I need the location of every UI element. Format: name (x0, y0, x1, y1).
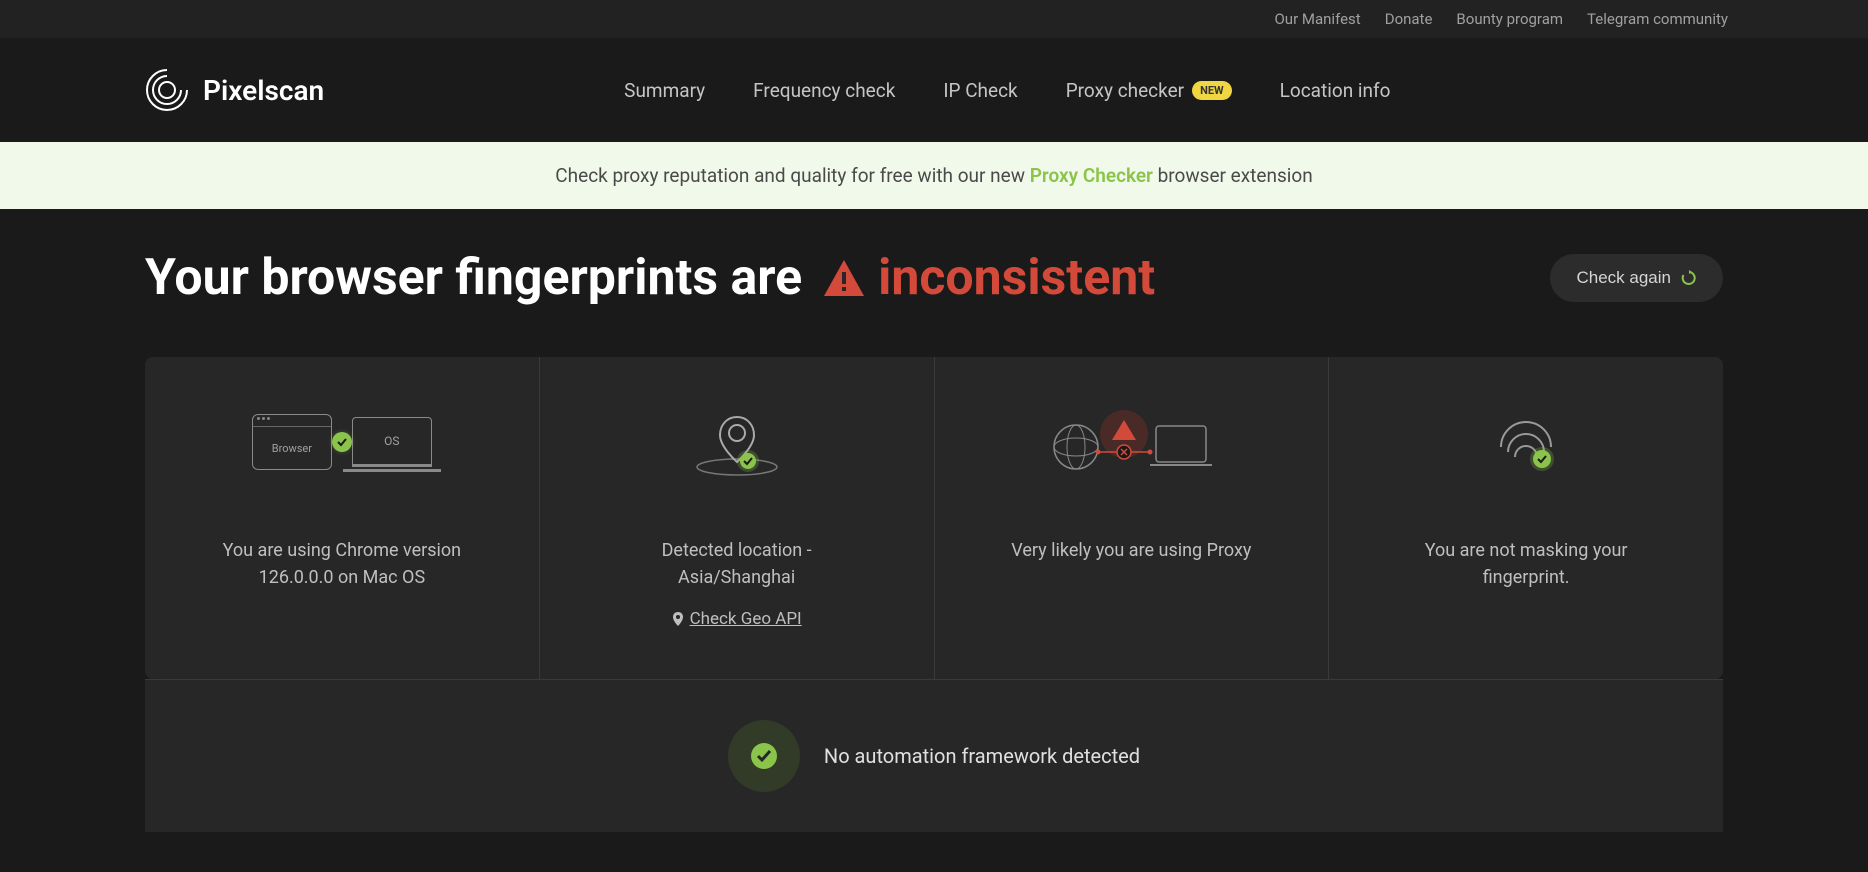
check-again-button[interactable]: Check again (1550, 254, 1723, 302)
card-location: Detected location - Asia/Shanghai Check … (540, 357, 935, 679)
proxy-illustration (1046, 397, 1216, 487)
location-illustration (692, 397, 782, 487)
nav-frequency-check[interactable]: Frequency check (753, 79, 895, 102)
logo[interactable]: Pixelscan (145, 68, 324, 112)
card-location-text: Detected location - Asia/Shanghai (607, 537, 867, 591)
nav-ip-check[interactable]: IP Check (943, 79, 1017, 102)
logo-icon (145, 68, 189, 112)
result-heading-pre: Your browser fingerprints are (145, 249, 802, 307)
automation-row: No automation framework detected (145, 679, 1723, 832)
card-proxy-text: Very likely you are using Proxy (1011, 537, 1251, 564)
card-browser-os: Browser OS You are using Chrome version … (145, 357, 540, 679)
pin-icon (672, 612, 684, 626)
check-circle-icon (328, 428, 356, 456)
promo-post-text: browser extension (1153, 164, 1313, 187)
check-again-label: Check again (1576, 268, 1671, 288)
card-browser-text: You are using Chrome version 126.0.0.0 o… (212, 537, 472, 591)
laptop-icon: OS (352, 417, 432, 467)
card-masking-text: You are not masking your fingerprint. (1396, 537, 1656, 591)
main-header: Pixelscan Summary Frequency check IP Che… (0, 38, 1868, 142)
nav-summary[interactable]: Summary (624, 79, 705, 102)
logo-text: Pixelscan (203, 74, 324, 107)
automation-text: No automation framework detected (824, 744, 1140, 768)
result-heading: Your browser fingerprints are inconsiste… (145, 249, 1155, 307)
check-geo-api-label: Check Geo API (690, 609, 802, 629)
promo-banner: Check proxy reputation and quality for f… (0, 142, 1868, 209)
result-row: Your browser fingerprints are inconsiste… (145, 249, 1723, 307)
nav-location-info[interactable]: Location info (1280, 79, 1391, 102)
browser-box-icon: Browser (252, 414, 332, 470)
card-proxy: Very likely you are using Proxy (935, 357, 1330, 679)
refresh-icon (1681, 270, 1697, 286)
topbar-link-bounty[interactable]: Bounty program (1456, 10, 1563, 28)
card-masking: You are not masking your fingerprint. (1329, 357, 1723, 679)
check-geo-api-link[interactable]: Check Geo API (672, 609, 802, 629)
topbar-link-donate[interactable]: Donate (1385, 10, 1433, 28)
result-status: inconsistent (822, 249, 1155, 307)
top-bar: Our Manifest Donate Bounty program Teleg… (0, 0, 1868, 38)
nav-proxy-checker[interactable]: Proxy checker NEW (1066, 79, 1232, 102)
browser-os-illustration: Browser OS (252, 397, 432, 487)
main-nav: Summary Frequency check IP Check Proxy c… (624, 79, 1390, 102)
check-circle-large-icon (728, 720, 800, 792)
fingerprint-illustration (1486, 397, 1566, 487)
promo-proxy-checker-link[interactable]: Proxy Checker (1030, 164, 1153, 187)
warning-triangle-icon (822, 258, 866, 298)
nav-proxy-checker-label: Proxy checker (1066, 79, 1184, 102)
cards-row: Browser OS You are using Chrome version … (145, 357, 1723, 679)
topbar-link-manifest[interactable]: Our Manifest (1274, 10, 1360, 28)
promo-pre-text: Check proxy reputation and quality for f… (555, 164, 1029, 187)
topbar-link-telegram[interactable]: Telegram community (1587, 10, 1728, 28)
main-content: Your browser fingerprints are inconsiste… (0, 209, 1868, 872)
result-status-text: inconsistent (878, 249, 1155, 307)
new-badge: NEW (1192, 81, 1232, 100)
